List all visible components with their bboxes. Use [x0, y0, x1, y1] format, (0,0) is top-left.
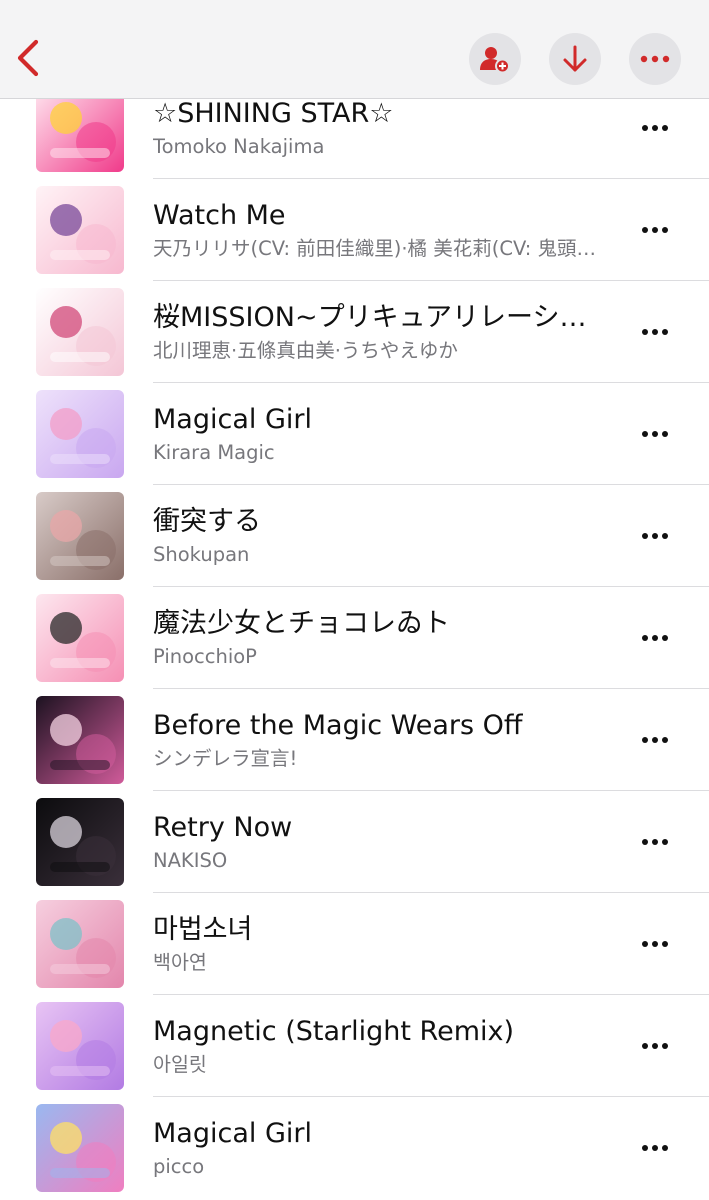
ellipsis-icon: [640, 55, 670, 63]
ellipsis-icon: [642, 635, 668, 641]
song-artist: 백아연: [153, 951, 207, 974]
ellipsis-icon: [642, 227, 668, 233]
album-artwork: [36, 390, 124, 478]
song-row[interactable]: Watch Me 天乃リリサ(CV: 前田佳織里)·橘 美花莉(CV: 鬼頭明里…: [0, 179, 709, 281]
song-artist: 天乃リリサ(CV: 前田佳織里)·橘 美花莉(CV: 鬼頭明里): [153, 237, 605, 260]
song-title: Magical Girl: [153, 1118, 312, 1149]
song-more-button[interactable]: [632, 1130, 678, 1166]
album-artwork: [36, 288, 124, 376]
song-artist: picco: [153, 1155, 205, 1178]
ellipsis-icon: [642, 839, 668, 845]
album-artwork: [36, 900, 124, 988]
song-more-button[interactable]: [632, 212, 678, 248]
song-title: 衝突する: [153, 506, 261, 537]
song-more-button[interactable]: [632, 1028, 678, 1064]
arrow-down-icon: [563, 45, 587, 72]
song-title: Before the Magic Wears Off: [153, 710, 523, 741]
song-artist: Shokupan: [153, 543, 250, 566]
chevron-left-icon: [17, 39, 39, 77]
ellipsis-icon: [642, 431, 668, 437]
song-more-button[interactable]: [632, 620, 678, 656]
song-title: Watch Me: [153, 200, 286, 231]
song-row[interactable]: 桜MISSION~プリキュアリレーションシップ~ 北川理恵·五條真由美·うちやえ…: [0, 281, 709, 383]
song-row[interactable]: 마법소녀 백아연: [0, 893, 709, 995]
song-list: ☆SHINING STAR☆ Tomoko Nakajima Watch Me …: [0, 99, 709, 1200]
song-row[interactable]: Before the Magic Wears Off シンデレラ宣言!: [0, 689, 709, 791]
person-plus-icon: [480, 47, 510, 73]
song-artist: 北川理恵·五條真由美·うちやえゆか: [153, 339, 458, 362]
song-row[interactable]: ☆SHINING STAR☆ Tomoko Nakajima: [0, 99, 709, 179]
song-more-button[interactable]: [632, 722, 678, 758]
song-row[interactable]: Magical Girl picco: [0, 1097, 709, 1199]
album-artwork: [36, 1104, 124, 1192]
song-more-button[interactable]: [632, 824, 678, 860]
song-row[interactable]: Retry Now NAKISO: [0, 791, 709, 893]
song-artist: Kirara Magic: [153, 441, 275, 464]
song-title: ☆SHINING STAR☆: [153, 99, 394, 129]
ellipsis-icon: [642, 1043, 668, 1049]
ellipsis-icon: [642, 1145, 668, 1151]
song-title: Magnetic (Starlight Remix): [153, 1016, 515, 1047]
album-artwork: [36, 186, 124, 274]
album-artwork: [36, 492, 124, 580]
song-title: 桜MISSION~プリキュアリレーションシップ~: [153, 302, 605, 333]
ellipsis-icon: [642, 941, 668, 947]
song-row[interactable]: 衝突する Shokupan: [0, 485, 709, 587]
song-artist: Tomoko Nakajima: [153, 135, 325, 158]
more-options-button[interactable]: [629, 33, 681, 85]
song-more-button[interactable]: [632, 314, 678, 350]
album-artwork: [36, 798, 124, 886]
song-title: 마법소녀: [153, 914, 253, 945]
song-more-button[interactable]: [632, 110, 678, 146]
song-artist: シンデレラ宣言!: [153, 747, 298, 770]
ellipsis-icon: [642, 533, 668, 539]
song-more-button[interactable]: [632, 926, 678, 962]
download-button[interactable]: [549, 33, 601, 85]
song-title: Retry Now: [153, 812, 293, 843]
navigation-bar: [0, 0, 709, 99]
song-row[interactable]: 魔法少女とチョコレゐト PinocchioP: [0, 587, 709, 689]
add-follower-button[interactable]: [469, 33, 521, 85]
ellipsis-icon: [642, 329, 668, 335]
song-more-button[interactable]: [632, 416, 678, 452]
ellipsis-icon: [642, 125, 668, 131]
song-title: 魔法少女とチョコレゐト: [153, 608, 450, 639]
album-artwork: [36, 1002, 124, 1090]
song-row[interactable]: Magical Girl Kirara Magic: [0, 383, 709, 485]
album-artwork: [36, 99, 124, 172]
song-row[interactable]: Magnetic (Starlight Remix) 아일릿: [0, 995, 709, 1097]
song-list-content: ☆SHINING STAR☆ Tomoko Nakajima Watch Me …: [0, 99, 709, 1199]
song-more-button[interactable]: [632, 518, 678, 554]
album-artwork: [36, 696, 124, 784]
back-button[interactable]: [10, 36, 46, 80]
song-artist: NAKISO: [153, 849, 228, 872]
album-artwork: [36, 594, 124, 682]
ellipsis-icon: [642, 737, 668, 743]
song-artist: PinocchioP: [153, 645, 257, 668]
song-artist: 아일릿: [153, 1053, 207, 1076]
song-title: Magical Girl: [153, 404, 312, 435]
